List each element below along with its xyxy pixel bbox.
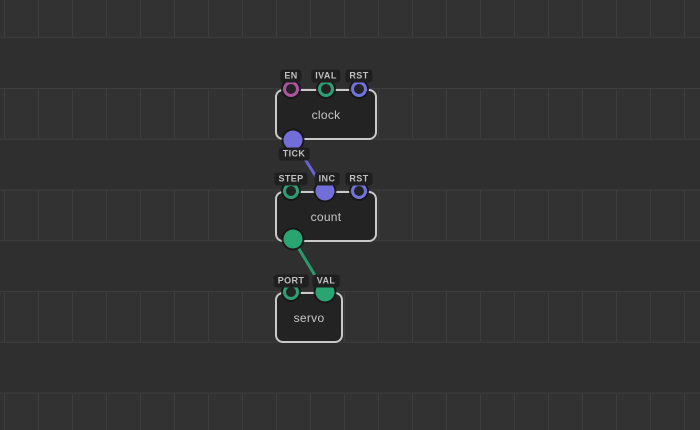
node-editor-canvas[interactable]: clock count servo EN IVAL RST TICK STEP … xyxy=(0,0,700,430)
port-label-ival: IVAL xyxy=(311,70,340,83)
port-clock-ival[interactable] xyxy=(318,81,334,97)
node-servo-title: servo xyxy=(294,311,325,325)
port-label-en: EN xyxy=(280,70,301,83)
port-label-port: PORT xyxy=(274,275,309,288)
port-label-val: VAL xyxy=(313,275,340,288)
port-label-step: STEP xyxy=(274,173,307,186)
node-servo[interactable]: servo xyxy=(275,292,343,343)
port-label-inc: INC xyxy=(315,173,340,186)
port-label-rst-clock: RST xyxy=(345,70,372,83)
port-label-tick: TICK xyxy=(279,148,310,161)
port-label-rst-count: RST xyxy=(345,173,372,186)
port-clock-rst[interactable] xyxy=(351,81,367,97)
port-clock-en[interactable] xyxy=(283,81,299,97)
port-count-output[interactable] xyxy=(284,230,303,249)
node-count-title: count xyxy=(311,210,342,224)
node-clock-title: clock xyxy=(312,108,341,122)
